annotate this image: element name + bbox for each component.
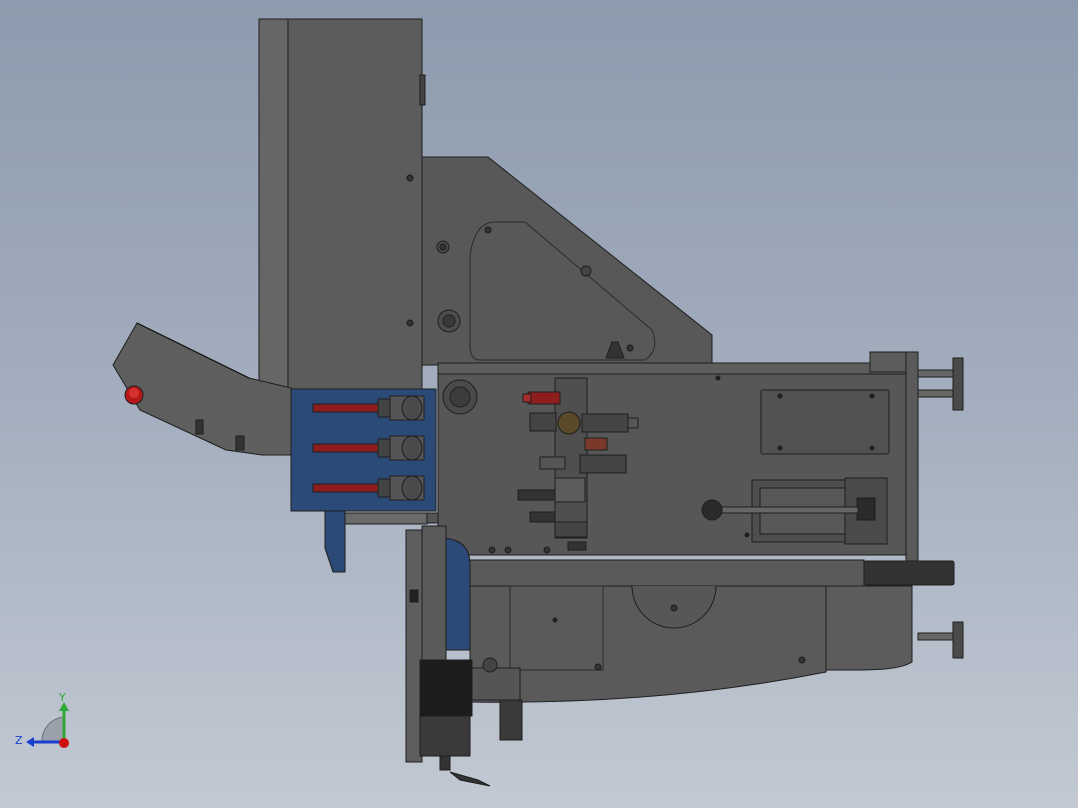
graphics-viewport[interactable]: Y Z [0, 0, 1078, 808]
coordinate-triad: Y Z [15, 691, 69, 748]
z-arrow-head [26, 737, 34, 747]
y-axis-label: Y [58, 691, 66, 704]
z-axis-label: Z [15, 734, 23, 747]
triad-plane [41, 716, 65, 743]
triad-origin [59, 738, 69, 748]
